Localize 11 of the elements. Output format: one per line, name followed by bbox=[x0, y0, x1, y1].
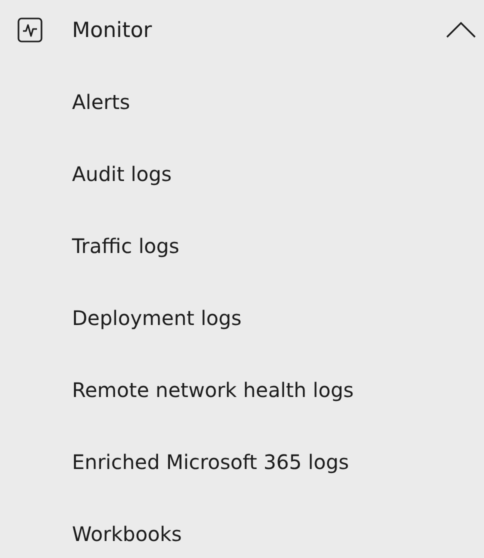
nav-item[interactable]: Audit logs bbox=[0, 138, 484, 210]
monitor-section-header[interactable]: Monitor bbox=[0, 0, 484, 60]
nav-item[interactable]: Workbooks bbox=[0, 498, 484, 558]
nav-item[interactable]: Traffic logs bbox=[0, 210, 484, 282]
nav-item[interactable]: Deployment logs bbox=[0, 282, 484, 354]
chevron-up-icon bbox=[446, 21, 476, 39]
activity-icon bbox=[17, 17, 43, 43]
nav-item[interactable]: Alerts bbox=[0, 66, 484, 138]
nav-item[interactable]: Remote network health logs bbox=[0, 354, 484, 426]
section-title: Monitor bbox=[72, 18, 153, 42]
nav-item[interactable]: Enriched Microsoft 365 logs bbox=[0, 426, 484, 498]
